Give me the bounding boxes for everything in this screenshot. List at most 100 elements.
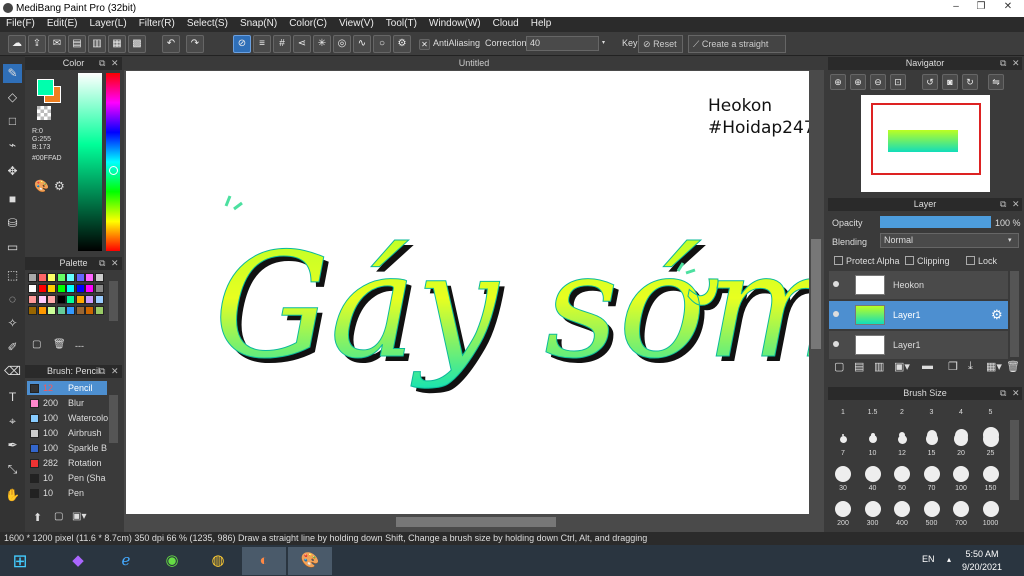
correction-dropdown[interactable]: 40 — [526, 36, 599, 51]
palette-swatch[interactable] — [56, 273, 66, 282]
brush-size-dot[interactable] — [926, 430, 937, 440]
straight-line-button[interactable]: ⟋ Create a straight line — [688, 35, 786, 65]
undo-icon[interactable]: ↶ — [162, 35, 180, 53]
menu-file[interactable]: File(F) — [0, 17, 41, 29]
brush-item[interactable]: 282 Rotation — [27, 456, 107, 470]
duplicate-icon[interactable]: ❐ — [948, 360, 958, 373]
vanishing-snap-icon[interactable]: ⋖ — [293, 35, 311, 53]
brush-size-dot[interactable] — [923, 501, 940, 517]
palette-swatch[interactable] — [47, 284, 56, 293]
close-icon[interactable]: ✕ — [1012, 198, 1020, 211]
palette-swatch[interactable] — [85, 284, 94, 293]
brush-page-icon[interactable]: ▢ — [54, 511, 63, 522]
menu-help[interactable]: Help — [525, 17, 558, 29]
tray-chevron-icon[interactable]: ▴ — [947, 555, 951, 564]
move-tool-icon[interactable]: ✥ — [3, 162, 22, 181]
palette-swatch[interactable] — [28, 295, 37, 304]
palette-swatch[interactable] — [94, 295, 104, 304]
close-icon[interactable]: ✕ — [1012, 387, 1020, 400]
brush-add-icon[interactable]: ⬆ — [33, 511, 42, 524]
text-tool-icon[interactable]: T — [3, 388, 22, 407]
palette-swatch[interactable] — [75, 273, 85, 282]
brush-tool-icon[interactable]: ✎ — [3, 64, 22, 83]
rotate-left-icon[interactable]: ↺ — [922, 74, 938, 90]
brush-item[interactable]: 200 Blur — [27, 396, 107, 410]
dot-tool-icon[interactable]: □ — [3, 112, 22, 131]
brush-size-dot[interactable] — [982, 466, 999, 482]
start-button-icon[interactable]: ⊞ — [2, 547, 38, 575]
protect-alpha-checkbox[interactable] — [834, 256, 843, 265]
eye-icon[interactable] — [833, 341, 839, 347]
brush-size-dot[interactable] — [953, 501, 969, 517]
brush-size-dot[interactable] — [953, 466, 969, 482]
merge-icon[interactable]: ⤓ — [968, 360, 973, 373]
blending-dropdown[interactable]: Normal ▾ — [880, 233, 1019, 248]
eye-icon[interactable] — [833, 281, 839, 287]
palette-swatch[interactable] — [85, 306, 94, 315]
opacity-slider[interactable] — [880, 216, 991, 228]
palette-swatch[interactable] — [47, 273, 56, 282]
layer-scrollbar[interactable] — [1010, 271, 1019, 357]
palette-swatch[interactable] — [94, 306, 104, 315]
menu-window[interactable]: Window(W) — [423, 17, 487, 29]
close-icon[interactable]: ✕ — [111, 257, 119, 270]
brush-size-dot[interactable] — [870, 433, 875, 437]
chrome-icon[interactable]: ◍ — [196, 547, 240, 575]
menu-cloud[interactable]: Cloud — [487, 17, 525, 29]
undock-icon[interactable]: ⧉ — [99, 57, 105, 70]
brush-size-label[interactable]: 1 — [833, 409, 853, 416]
brush-size-dot[interactable] — [864, 501, 881, 517]
palette-swatch[interactable] — [85, 273, 94, 282]
brush-menu-icon[interactable]: ▣▾ — [72, 511, 86, 522]
transparent-swatch[interactable] — [37, 106, 51, 120]
parallel-snap-icon[interactable]: ≡ — [253, 35, 271, 53]
palette-swatch[interactable] — [94, 284, 104, 293]
circle-snap-icon[interactable]: ◎ — [333, 35, 351, 53]
lasso-icon[interactable]: ◌ — [3, 290, 22, 309]
palette-swatch[interactable] — [37, 295, 47, 304]
chevron-down-icon[interactable]: ▾ — [602, 39, 605, 46]
trash-icon[interactable]: 🗑 — [1006, 360, 1020, 373]
gradient-tool-icon[interactable]: ▭ — [3, 238, 22, 257]
palette-swatch[interactable] — [28, 273, 37, 282]
brush-size-label[interactable]: 1.5 — [863, 409, 883, 416]
gear-icon[interactable]: ⚙ — [991, 307, 1003, 323]
horizontal-scrollbar[interactable] — [126, 516, 809, 528]
eyedropper-icon[interactable]: ✒ — [3, 436, 22, 455]
brush-item[interactable]: 10 Pen (Sha — [27, 471, 107, 485]
redo-icon[interactable]: ↷ — [186, 35, 204, 53]
brush-size-dot[interactable] — [864, 466, 881, 482]
eraser-tool-icon[interactable]: ◇ — [3, 88, 22, 107]
document-tab[interactable]: Untitled — [124, 56, 824, 70]
hand-tool-icon[interactable]: ✋ — [3, 486, 22, 505]
palette-swatch[interactable] — [94, 273, 104, 282]
palette-swatch[interactable] — [75, 295, 85, 304]
close-icon[interactable]: ✕ — [1012, 57, 1020, 70]
page-icon[interactable]: ▤ — [68, 35, 86, 53]
reset-button[interactable]: ⊘ Reset — [638, 35, 683, 53]
brush-item[interactable]: 100 Sparkle B — [27, 441, 107, 455]
visual-studio-icon[interactable]: ◆ — [56, 547, 100, 575]
palette-swatch[interactable] — [75, 306, 85, 315]
brush-size-dot[interactable] — [894, 501, 910, 517]
brush-size-scrollbar[interactable] — [1010, 420, 1019, 500]
minimize-button[interactable]: – — [945, 0, 967, 14]
brush-size-dot[interactable] — [835, 501, 851, 517]
vertical-scroll-thumb[interactable] — [811, 239, 821, 349]
menu-edit[interactable]: Edit(E) — [41, 17, 84, 29]
palette-swatch[interactable] — [37, 306, 47, 315]
clock[interactable]: 5:50 AM 9/20/2021 — [962, 548, 1002, 574]
layer-row-layer1[interactable]: Layer1 — [829, 331, 1008, 359]
brush-size-dot[interactable] — [982, 501, 999, 517]
close-icon[interactable]: ✕ — [111, 365, 119, 378]
menu-filter[interactable]: Filter(R) — [133, 17, 181, 29]
brush-size-dot[interactable] — [954, 428, 968, 442]
brush-item[interactable]: 100 Watercolor — [27, 411, 108, 425]
antialiasing-checkbox[interactable]: ✕ — [419, 39, 430, 50]
fill-rect-tool-icon[interactable]: ■ — [3, 190, 22, 209]
material-icon[interactable]: ▩ — [128, 35, 146, 53]
comment-icon[interactable]: ✉ — [48, 35, 66, 53]
paint-taskbar-icon[interactable]: 🎨 — [288, 547, 332, 575]
palette-swatch[interactable] — [56, 295, 66, 304]
palette-swatch[interactable] — [47, 295, 56, 304]
